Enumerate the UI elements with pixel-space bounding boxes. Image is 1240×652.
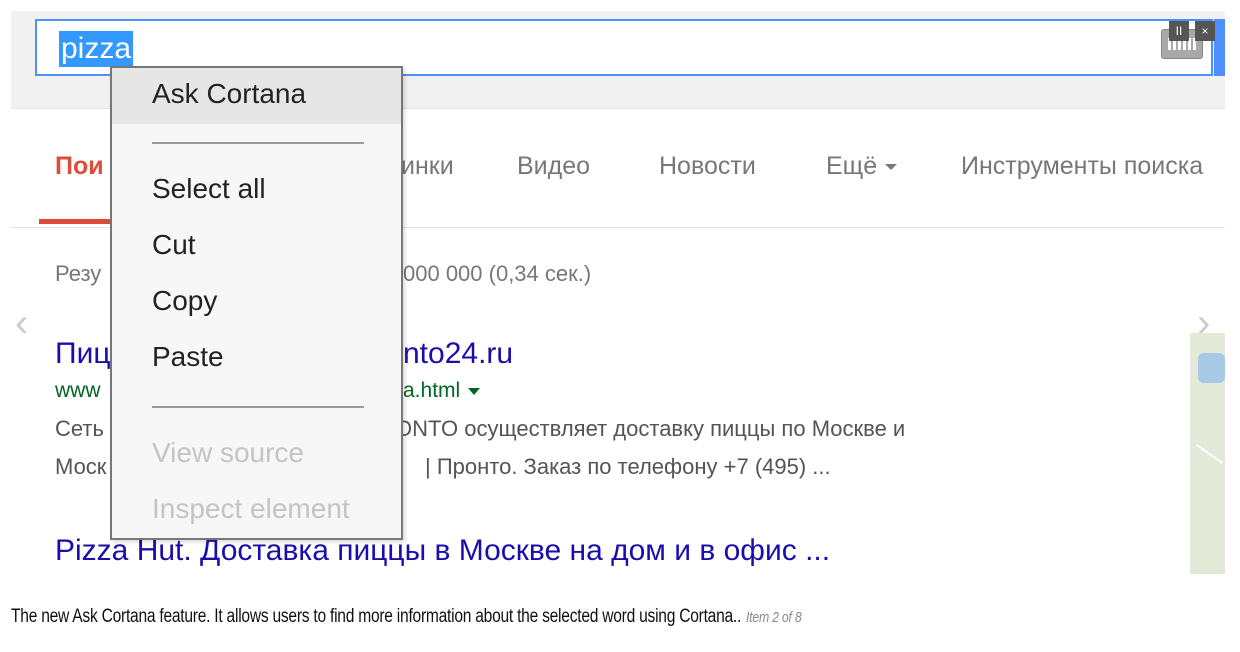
menu-item-inspect-element: Inspect element: [152, 493, 350, 524]
menu-item-cut[interactable]: Cut: [112, 224, 401, 266]
menu-divider: [152, 406, 364, 408]
result-1-url-left: www: [55, 379, 101, 402]
tab-more[interactable]: Ещё: [826, 152, 898, 181]
tab-news[interactable]: Новости: [659, 152, 756, 181]
image-caption: The new Ask Cortana feature. It allows u…: [11, 606, 802, 628]
result-1-snippet-1-right: ONTO осуществляет доставку пиццы по Моск…: [395, 416, 906, 441]
result-1-snippet-2-left: Моск: [55, 454, 107, 479]
tab-search-tools[interactable]: Инструменты поиска: [961, 152, 1203, 181]
result-stats-left: Резу: [55, 261, 102, 286]
map-thumbnail[interactable]: [1190, 333, 1225, 574]
menu-item-select-all[interactable]: Select all: [112, 168, 401, 210]
result-1-url-text: a.html: [403, 379, 461, 402]
pause-icon[interactable]: II: [1169, 21, 1189, 41]
selected-query-text[interactable]: pizza: [59, 31, 134, 67]
menu-item-paste[interactable]: Paste: [112, 336, 401, 378]
result-1-snippet-2-right: | Пронто. Заказ по телефону +7 (495) ...: [425, 454, 831, 479]
menu-item-copy[interactable]: Copy: [112, 280, 401, 322]
tab-more-label: Ещё: [826, 152, 878, 180]
result-1-snippet-1-left: Сеть: [55, 416, 104, 441]
result-stats-right: 000 000 (0,34 сек.): [403, 261, 592, 286]
search-button[interactable]: [1214, 19, 1225, 76]
item-counter: Item 2 of 8: [746, 609, 802, 626]
tab-images[interactable]: инки: [401, 152, 454, 181]
url-dropdown-icon[interactable]: [468, 387, 481, 395]
chevron-down-icon: [885, 164, 898, 171]
prev-arrow-icon[interactable]: ‹: [15, 301, 28, 346]
menu-divider: [152, 142, 364, 144]
menu-item-view-source: View source: [152, 437, 305, 468]
result-1-title-left[interactable]: Пиц: [55, 337, 111, 371]
close-icon[interactable]: ×: [1195, 21, 1215, 41]
result-1-title-right[interactable]: nto24.ru: [403, 337, 513, 371]
caption-text: The new Ask Cortana feature. It allows u…: [11, 606, 742, 627]
menu-item-ask-cortana[interactable]: Ask Cortana: [112, 68, 401, 124]
result-1-url-right: a.html: [403, 379, 481, 403]
context-menu: Ask Cortana Select all Cut Copy Paste Vi…: [110, 66, 403, 540]
active-tab-indicator: [39, 219, 119, 224]
tab-video[interactable]: Видео: [517, 152, 590, 181]
tab-search[interactable]: Пои: [55, 152, 104, 181]
